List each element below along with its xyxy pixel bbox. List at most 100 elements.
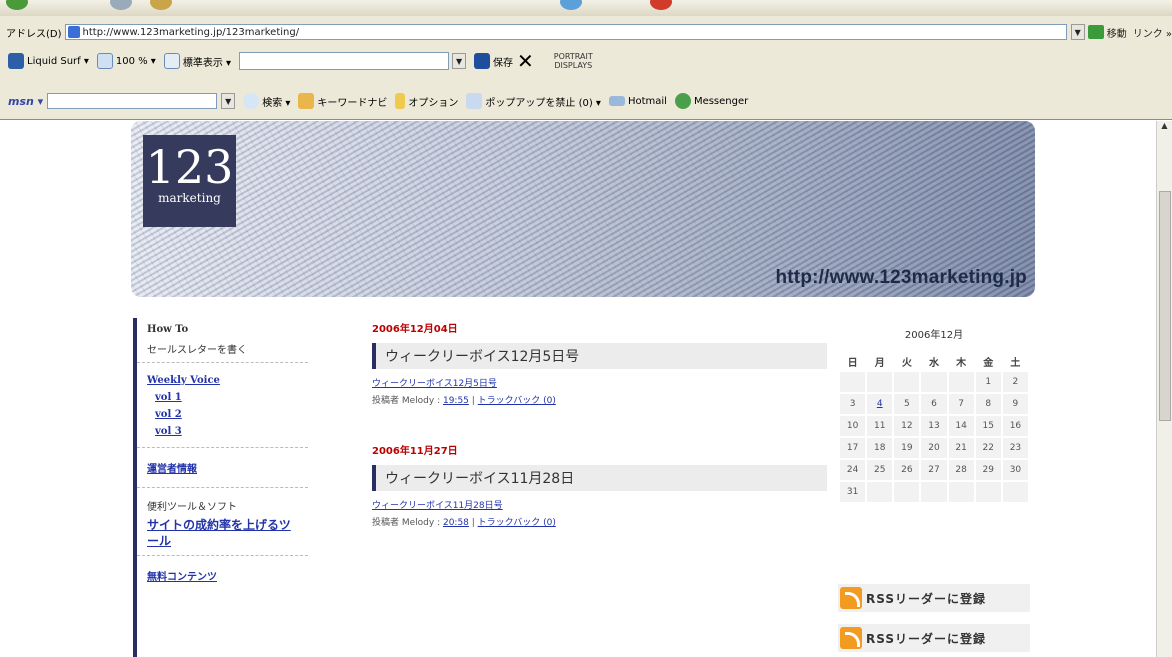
rss-register-button[interactable]: RSSリーダーに登録: [838, 584, 1030, 612]
calendar-day: 7: [948, 394, 974, 414]
calendar-empty-cell: [867, 482, 893, 502]
calendar-day: 17: [840, 438, 866, 458]
calendar-day: 11: [867, 416, 893, 436]
calendar-day: 13: [921, 416, 947, 436]
post-author: 投稿者 Melody :: [372, 518, 443, 528]
calendar-day: 2: [1002, 372, 1028, 392]
stop-icon[interactable]: [150, 0, 172, 10]
calendar-caption: 2006年12月: [904, 330, 964, 341]
calendar-day: 27: [921, 460, 947, 480]
links-label[interactable]: リンク »: [1133, 25, 1172, 40]
go-button[interactable]: 移動: [1087, 25, 1127, 40]
site-logo[interactable]: 123 marketing: [143, 135, 236, 227]
liquid-surf-button[interactable]: Liquid Surf ▾: [8, 53, 89, 69]
back-icon[interactable]: [6, 0, 28, 10]
calendar-day: 1: [975, 372, 1001, 392]
msn-search-dropdown-icon[interactable]: ▼: [221, 93, 236, 109]
weekly-vol1-link[interactable]: vol 1: [155, 392, 298, 403]
browser-chrome: アドレス(D) http://www.123marketing.jp/123ma…: [0, 0, 1172, 120]
calendar-day: 14: [948, 416, 974, 436]
search-button[interactable]: 検索 ▾: [243, 93, 290, 109]
options-button[interactable]: オプション: [395, 93, 458, 109]
address-field[interactable]: http://www.123marketing.jp/123marketing/: [64, 24, 1067, 40]
post-link[interactable]: ウィークリーボイス12月5日号: [372, 376, 827, 389]
banner-url: http://www.123marketing.jp: [775, 267, 1027, 288]
tools-link[interactable]: サイトの成約率を上げるツール: [147, 517, 298, 549]
magnifier-icon: [96, 53, 113, 69]
calendar-empty-cell: [975, 482, 1001, 502]
vertical-scrollbar[interactable]: ▲: [1156, 121, 1172, 657]
save-button[interactable]: 保存 ✕: [474, 51, 534, 71]
weekly-vol3-link[interactable]: vol 3: [155, 426, 298, 437]
options-icon: [395, 93, 406, 109]
calendar-week-row: 3456789: [840, 394, 1028, 414]
view-mode-button[interactable]: 標準表示 ▾: [163, 53, 231, 69]
top-toolbar-strip: [0, 0, 1172, 16]
keyword-navi-button[interactable]: キーワードナビ: [298, 93, 387, 109]
rss-register-button[interactable]: RSSリーダーに登録: [838, 624, 1030, 652]
scrollbar-thumb[interactable]: [1159, 191, 1171, 421]
weekly-voice-section: Weekly Voice vol 1 vol 2 vol 3: [137, 363, 308, 448]
calendar-day: 29: [975, 460, 1001, 480]
calendar-week-row: 24 25 26 27 28 29 30: [840, 460, 1028, 480]
post-time-link[interactable]: 20:58: [443, 518, 469, 528]
calendar-day: 18: [867, 438, 893, 458]
tools-heading: 便利ツール＆ソフト: [147, 502, 237, 513]
rss-label: RSSリーダーに登録: [866, 591, 986, 606]
calendar-empty-cell: [948, 482, 974, 502]
zoom-button[interactable]: 100 % ▾: [96, 53, 156, 69]
post-time-link[interactable]: 19:55: [443, 396, 469, 406]
calendar-day: 9: [1002, 394, 1028, 414]
free-content-link[interactable]: 無料コンテンツ: [147, 572, 217, 583]
calendar-day[interactable]: 4: [867, 394, 893, 414]
post-trackback-link[interactable]: トラックバック (0): [478, 396, 556, 406]
calendar-day: 25: [867, 460, 893, 480]
calendar-empty-cell: [867, 372, 893, 392]
calendar-empty-cell: [1002, 482, 1028, 502]
calendar-day: 12: [894, 416, 920, 436]
hotmail-button[interactable]: Hotmail: [608, 95, 667, 107]
post-date: 2006年12月04日: [372, 324, 458, 335]
calendar-day: 22: [975, 438, 1001, 458]
messenger-button[interactable]: Messenger: [674, 93, 749, 109]
tools-section: 便利ツール＆ソフト サイトの成約率を上げるツール: [137, 488, 308, 556]
scroll-up-arrow-icon[interactable]: ▲: [1157, 121, 1172, 135]
toolbar-select[interactable]: [239, 52, 450, 70]
popup-block-button[interactable]: ポップアップを禁止 (0) ▾: [466, 93, 601, 109]
calendar: 2006年12月 日月火水木金土 1 2 3 4 5 6 7 8 9 10 11 12 13 14 15 16…: [838, 326, 1030, 504]
msn-search-input[interactable]: [47, 93, 218, 109]
floppy-disk-icon: [474, 53, 491, 69]
address-url: http://www.123marketing.jp/123marketing/: [82, 26, 300, 38]
close-x-icon[interactable]: ✕: [517, 51, 534, 71]
post-link[interactable]: ウィークリーボイス11月28日号: [372, 498, 827, 511]
messenger-label: Messenger: [693, 95, 749, 107]
options-label: オプション: [408, 97, 459, 109]
weekly-vol2-link[interactable]: vol 2: [155, 409, 298, 420]
refresh-icon[interactable]: [560, 0, 582, 10]
forward-icon[interactable]: [110, 0, 132, 10]
site-banner[interactable]: 123 marketing http://www.123marketing.jp: [131, 121, 1035, 297]
portrait-displays-logo[interactable]: PORTRAIT DISPLAYS: [554, 52, 593, 70]
calendar-empty-cell: [894, 482, 920, 502]
howto-item: セールスレターを書く: [147, 345, 247, 356]
calendar-day: 31: [840, 482, 866, 502]
post-meta: 投稿者 Melody : 20:58 | トラックバック (0): [372, 518, 556, 528]
post-trackback-link[interactable]: トラックバック (0): [478, 518, 556, 528]
msn-toolbar: msn ▾ ▼ 検索 ▾ キーワードナビ オプション ポップアップを禁止 (0)…: [0, 90, 1172, 112]
post-title: ウィークリーボイス11月28日: [372, 465, 827, 491]
search-label: 検索 ▾: [262, 97, 291, 109]
home-icon[interactable]: [650, 0, 672, 10]
calendar-day: 6: [921, 394, 947, 414]
calendar-day: 28: [948, 460, 974, 480]
hotmail-label: Hotmail: [627, 95, 667, 107]
weekly-voice-link[interactable]: Weekly Voice: [147, 375, 220, 386]
address-dropdown-icon[interactable]: ▼: [1070, 24, 1085, 40]
calendar-day: 5: [894, 394, 920, 414]
messenger-icon: [674, 93, 691, 109]
popup-block-label: ポップアップを禁止 (0) ▾: [485, 97, 601, 109]
calendar-weekday: 木: [948, 352, 974, 370]
liquidsurf-toolbar: Liquid Surf ▾ 100 % ▾ 標準表示 ▾ ▼ 保存 ✕ PORT…: [0, 50, 1172, 72]
operator-link[interactable]: 運営者情報: [147, 464, 197, 475]
toolbar-select-dropdown-icon[interactable]: ▼: [452, 53, 467, 69]
msn-button[interactable]: msn ▾: [8, 95, 43, 108]
